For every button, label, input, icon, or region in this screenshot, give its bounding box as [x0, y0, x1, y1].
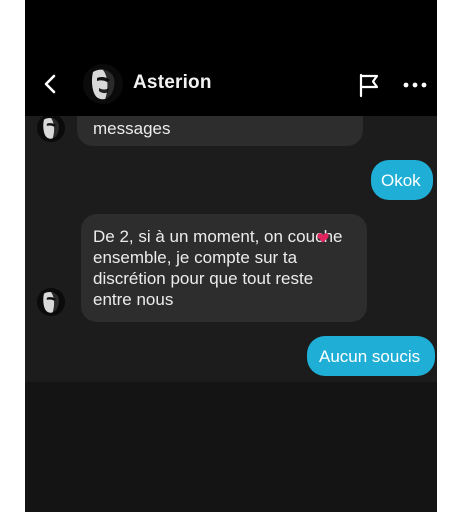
message-bubble-outgoing[interactable]: Aucun soucis: [307, 336, 435, 376]
message-bubble-incoming[interactable]: messages: [77, 116, 363, 146]
message-text: messages: [93, 119, 171, 138]
message-text: Aucun soucis: [319, 347, 421, 366]
face-avatar-icon: [37, 116, 65, 142]
message-bubble-incoming[interactable]: De 2, si à un moment, on couche ensemble…: [81, 214, 367, 322]
sender-avatar: [37, 116, 65, 142]
chevron-left-icon: [44, 74, 56, 94]
more-options-button[interactable]: [402, 72, 428, 98]
heart-icon: [317, 233, 329, 243]
composer-area: [25, 382, 437, 512]
message-bubble-outgoing[interactable]: Okok: [371, 160, 433, 200]
face-avatar-icon: [37, 288, 65, 316]
status-bar: [25, 0, 437, 52]
avatar[interactable]: [83, 64, 123, 104]
flag-icon: [359, 73, 379, 98]
sender-avatar: [37, 288, 65, 316]
message-text: Okok: [381, 171, 421, 190]
chat-header: Asterion: [25, 52, 437, 116]
back-button[interactable]: [37, 70, 65, 98]
face-avatar-icon: [83, 64, 123, 104]
message-thread[interactable]: messages Okok De 2, si à un moment, on c…: [25, 116, 437, 382]
chat-screen: Asterion messages Okok De 2, si à un mom…: [25, 0, 437, 512]
contact-name[interactable]: Asterion: [133, 72, 212, 94]
more-icon: [403, 82, 427, 88]
report-button[interactable]: [356, 72, 382, 98]
